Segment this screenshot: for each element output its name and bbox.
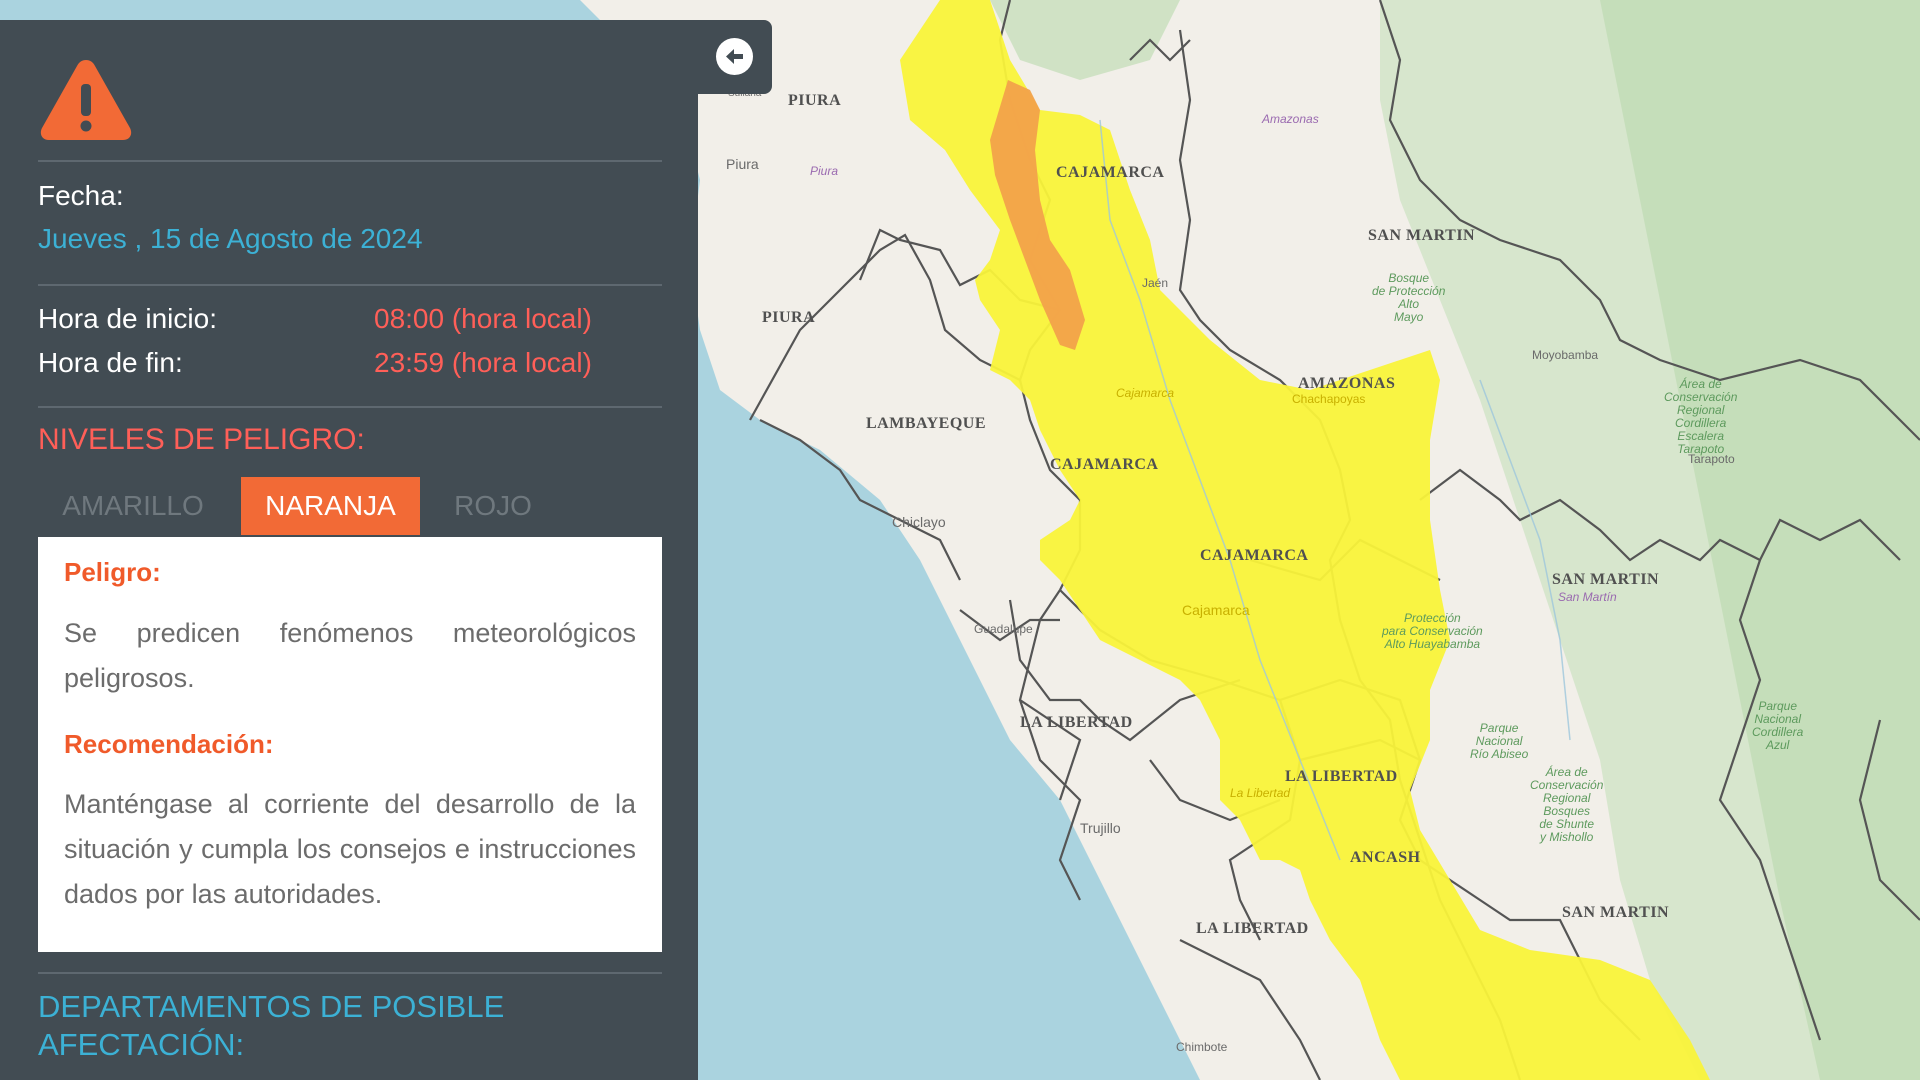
region-label: SAN MARTIN [1368, 227, 1476, 244]
city-label: Guadalupe [974, 622, 1033, 636]
divider [38, 160, 662, 162]
region-label: CAJAMARCA [1056, 164, 1165, 181]
peligro-label: Peligro: [64, 557, 161, 587]
collapse-panel-button[interactable] [698, 20, 772, 94]
city-label: Cajamarca [1116, 386, 1175, 400]
park-label: Parque Nacional Cordillera Azul [1752, 699, 1804, 752]
fecha-label: Fecha: [38, 180, 124, 211]
city-label: Piura [810, 164, 839, 178]
fecha-value: Jueves , 15 de Agosto de 2024 [38, 223, 423, 254]
park-label: Bosque de Protección Alto Mayo [1372, 271, 1446, 324]
park-label: Área de Conservación Regional Bosques de… [1530, 765, 1604, 844]
region-label: CAJAMARCA [1050, 456, 1159, 473]
region-label: LA LIBERTAD [1285, 768, 1398, 785]
region-label: ANCASH [1350, 849, 1421, 866]
region-label: LAMBAYEQUE [866, 415, 986, 432]
arrow-left-icon [726, 49, 743, 64]
city-label: Cajamarca [1182, 602, 1250, 618]
city-label: San Martín [1558, 590, 1617, 604]
region-label: LA LIBERTAD [1196, 920, 1309, 937]
park-label: Protección para Conservación Alto Huayab… [1382, 611, 1483, 651]
divider [38, 406, 662, 408]
city-label: Moyobamba [1532, 348, 1599, 362]
region-label: SAN MARTIN [1552, 571, 1660, 588]
divider [38, 972, 662, 974]
peligro-text: Se predicen fenómenos meteorológicos pel… [64, 618, 636, 693]
city-label: Trujillo [1080, 820, 1121, 836]
region-label: LA LIBERTAD [1020, 714, 1133, 731]
region-label: PIURA [788, 92, 842, 109]
recomendacion-text: Manténgase al corriente del desarrollo d… [64, 789, 636, 909]
warning-triangle-icon [40, 60, 132, 140]
city-label: Amazonas [1262, 112, 1319, 126]
city-label: Piura [726, 156, 759, 172]
region-label: SAN MARTIN [1562, 904, 1670, 921]
park-label: Parque Nacional Río Abiseo [1470, 721, 1529, 761]
tab-amarillo[interactable]: AMARILLO [48, 477, 218, 535]
city-label: Chiclayo [892, 514, 946, 530]
region-label: CAJAMARCA [1200, 547, 1309, 564]
city-label: La Libertad [1230, 786, 1291, 800]
region-label: PIURA [762, 309, 816, 326]
alert-info-panel: Fecha: Jueves , 15 de Agosto de 2024 Hor… [0, 20, 698, 1080]
tab-naranja[interactable]: NARANJA [241, 477, 420, 535]
hora-fin-value: 23:59 (hora local) [374, 347, 592, 378]
departamentos-title: DEPARTAMENTOS DE POSIBLE AFECTACIÓN: [38, 989, 505, 1062]
collapse-circle [716, 38, 753, 75]
niveles-title: NIVELES DE PELIGRO: [38, 423, 365, 456]
city-label: Jaén [1142, 276, 1169, 290]
tab-rojo[interactable]: ROJO [440, 477, 546, 535]
city-label: Chachapoyas [1292, 392, 1366, 406]
hora-inicio-value: 08:00 (hora local) [374, 303, 592, 334]
city-label: Chimbote [1176, 1040, 1228, 1054]
recomendacion-label: Recomendación: [64, 729, 274, 759]
region-label: AMAZONAS [1298, 375, 1396, 392]
divider [38, 284, 662, 286]
hazard-info-box: Peligro: Se predicen fenómenos meteoroló… [38, 537, 662, 952]
park-label: Área de Conservación Regional Cordillera… [1664, 377, 1738, 456]
